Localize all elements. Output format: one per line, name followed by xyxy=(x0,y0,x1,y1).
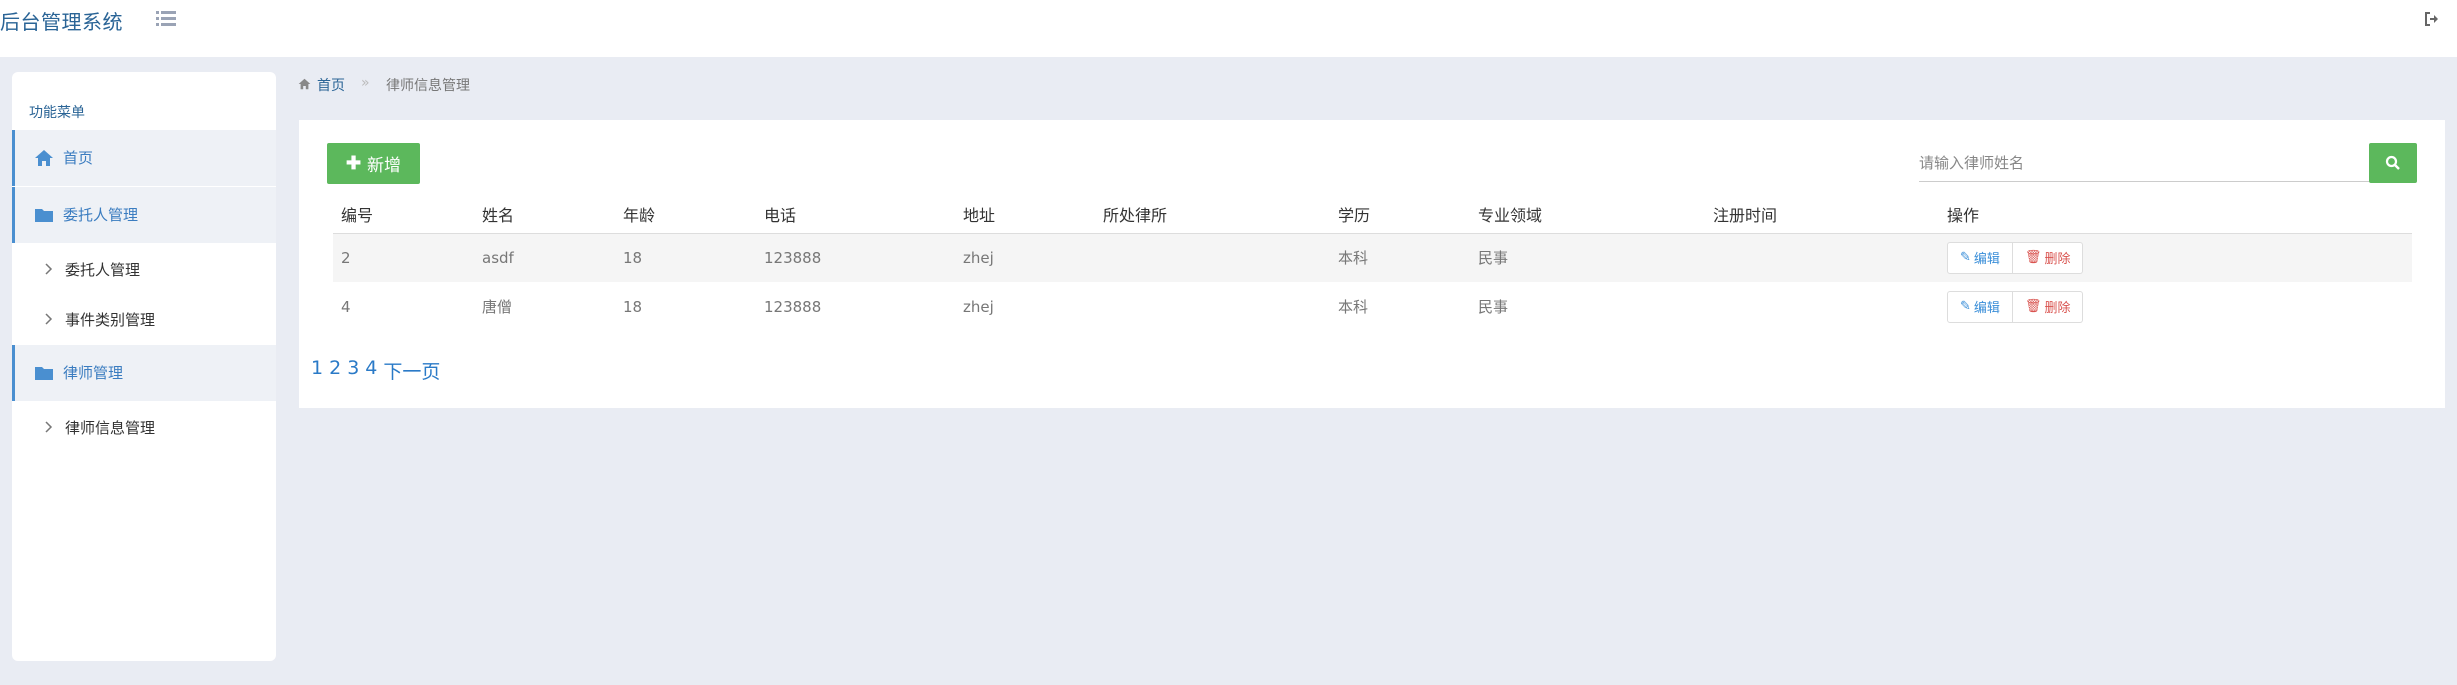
search-input[interactable] xyxy=(1919,144,2369,182)
edit-button[interactable]: ✎ 编辑 xyxy=(1947,290,2013,323)
sidebar-subitem-client-management[interactable]: 委托人管理 xyxy=(12,245,276,293)
home-icon xyxy=(34,149,54,167)
cell-address: zhej xyxy=(963,297,994,316)
page-link-2[interactable]: 2 xyxy=(329,357,341,384)
sidebar-item-label: 律师管理 xyxy=(63,364,124,382)
table-header-row: 编号 姓名 年龄 电话 地址 所处律所 学历 专业领域 注册时间 操作 xyxy=(333,195,2412,234)
breadcrumb-current: 律师信息管理 xyxy=(386,78,470,94)
cell-field: 民事 xyxy=(1470,233,1705,282)
cell-education: 本科 xyxy=(1330,233,1470,282)
sidebar-item-home[interactable]: 首页 xyxy=(12,130,276,186)
column-header: 注册时间 xyxy=(1705,195,1939,234)
sidebar-subitem-label: 事件类别管理 xyxy=(65,311,156,329)
search-button[interactable] xyxy=(2369,143,2417,183)
cell-firm xyxy=(1095,233,1330,282)
edit-button[interactable]: ✎ 编辑 xyxy=(1947,241,2013,274)
sidebar-item-label: 委托人管理 xyxy=(63,206,139,224)
cell-phone: 123888 xyxy=(764,297,822,316)
edit-icon: ✎ xyxy=(1960,299,1971,314)
cell-id: 2 xyxy=(333,233,474,282)
app-title: 后台管理系统 xyxy=(0,10,123,34)
sidebar-subitem-label: 律师信息管理 xyxy=(65,419,156,437)
delete-button-label: 删除 xyxy=(2044,301,2071,316)
edit-icon: ✎ xyxy=(1960,250,1971,266)
next-page-link[interactable]: 下一页 xyxy=(383,357,440,384)
delete-button[interactable]: 🗑 删除 xyxy=(2012,290,2084,323)
delete-button[interactable]: 🗑 删除 xyxy=(2012,241,2084,274)
top-bar: 后台管理系统 xyxy=(0,0,2457,57)
cell-education: 本科 xyxy=(1338,298,1369,316)
menu-toggle-icon[interactable] xyxy=(156,10,176,28)
edit-button-label: 编辑 xyxy=(1973,252,2000,268)
cell-name: 唐僧 xyxy=(482,298,513,316)
table-row: 2 asdf 18 123888 zhej 本科 民事 ✎ 编辑 🗑 删除 xyxy=(333,233,2412,282)
cell-actions: ✎ 编辑 🗑 删除 xyxy=(1939,282,2412,331)
pagination: 1 2 3 4 下一页 xyxy=(311,357,440,384)
sidebar-subitem-lawyer-info[interactable]: 律师信息管理 xyxy=(12,403,276,451)
sidebar: 功能菜单 首页 委托人管理 委托人管理 事件类别管理 律师管理 律师信息管理 xyxy=(12,72,276,661)
sidebar-item-lawyer-management[interactable]: 律师管理 xyxy=(12,345,276,401)
search-icon xyxy=(2385,155,2400,170)
add-button-label: 新增 xyxy=(367,156,402,175)
cell-id: 4 xyxy=(341,297,351,316)
breadcrumb-separator: » xyxy=(361,75,370,91)
trash-icon: 🗑 xyxy=(2024,299,2042,314)
column-header: 编号 xyxy=(333,195,474,234)
chevron-right-icon xyxy=(44,261,54,275)
cell-reg-time xyxy=(1705,282,1939,331)
cell-name: asdf xyxy=(474,233,615,282)
page-link-4[interactable]: 4 xyxy=(365,357,377,384)
table-row: 4 唐僧 18 123888 zhej 本科 民事 ✎ 编辑 🗑 删除 xyxy=(333,282,2412,331)
edit-button-label: 编辑 xyxy=(1973,301,2000,316)
cell-field: 民事 xyxy=(1478,298,1509,316)
cell-firm xyxy=(1095,282,1330,331)
cell-reg-time xyxy=(1705,233,1939,282)
chevron-right-icon xyxy=(44,419,54,433)
lawyer-table: 编号 姓名 年龄 电话 地址 所处律所 学历 专业领域 注册时间 操作 2 as… xyxy=(333,195,2412,331)
logout-icon[interactable] xyxy=(2424,11,2440,27)
cell-actions: ✎ 编辑 🗑 删除 xyxy=(1939,233,2412,282)
column-header: 年龄 xyxy=(615,195,756,234)
cell-phone: 123888 xyxy=(756,233,955,282)
trash-icon: 🗑 xyxy=(2024,250,2042,266)
page-link-3[interactable]: 3 xyxy=(347,357,359,384)
chevron-right-icon xyxy=(44,311,54,325)
home-icon xyxy=(298,78,311,90)
column-header: 地址 xyxy=(955,195,1095,234)
sidebar-subitem-label: 委托人管理 xyxy=(65,261,141,279)
delete-button-label: 删除 xyxy=(2044,252,2071,268)
column-header: 操作 xyxy=(1939,195,2412,234)
cell-address: zhej xyxy=(955,233,1095,282)
sidebar-title: 功能菜单 xyxy=(29,105,85,121)
plus-icon: ✚ xyxy=(345,153,362,173)
cell-age: 18 xyxy=(623,297,643,316)
add-button[interactable]: ✚ 新增 xyxy=(327,143,420,184)
column-header: 姓名 xyxy=(474,195,615,234)
page-link-1[interactable]: 1 xyxy=(311,357,323,384)
breadcrumb-home-link[interactable]: 首页 xyxy=(317,75,345,95)
column-header: 所处律所 xyxy=(1095,195,1330,234)
cell-age: 18 xyxy=(615,233,756,282)
content-panel: ✚ 新增 编号 姓名 年龄 电话 地址 所处律所 学历 专业领域 注册时间 xyxy=(299,120,2445,408)
folder-icon xyxy=(34,364,54,382)
sidebar-item-label: 首页 xyxy=(63,149,94,167)
column-header: 学历 xyxy=(1330,195,1470,234)
folder-icon xyxy=(34,206,54,224)
sidebar-subitem-event-category[interactable]: 事件类别管理 xyxy=(12,295,276,343)
sidebar-item-client-management[interactable]: 委托人管理 xyxy=(12,187,276,243)
column-header: 专业领域 xyxy=(1470,195,1705,234)
column-header: 电话 xyxy=(756,195,955,234)
